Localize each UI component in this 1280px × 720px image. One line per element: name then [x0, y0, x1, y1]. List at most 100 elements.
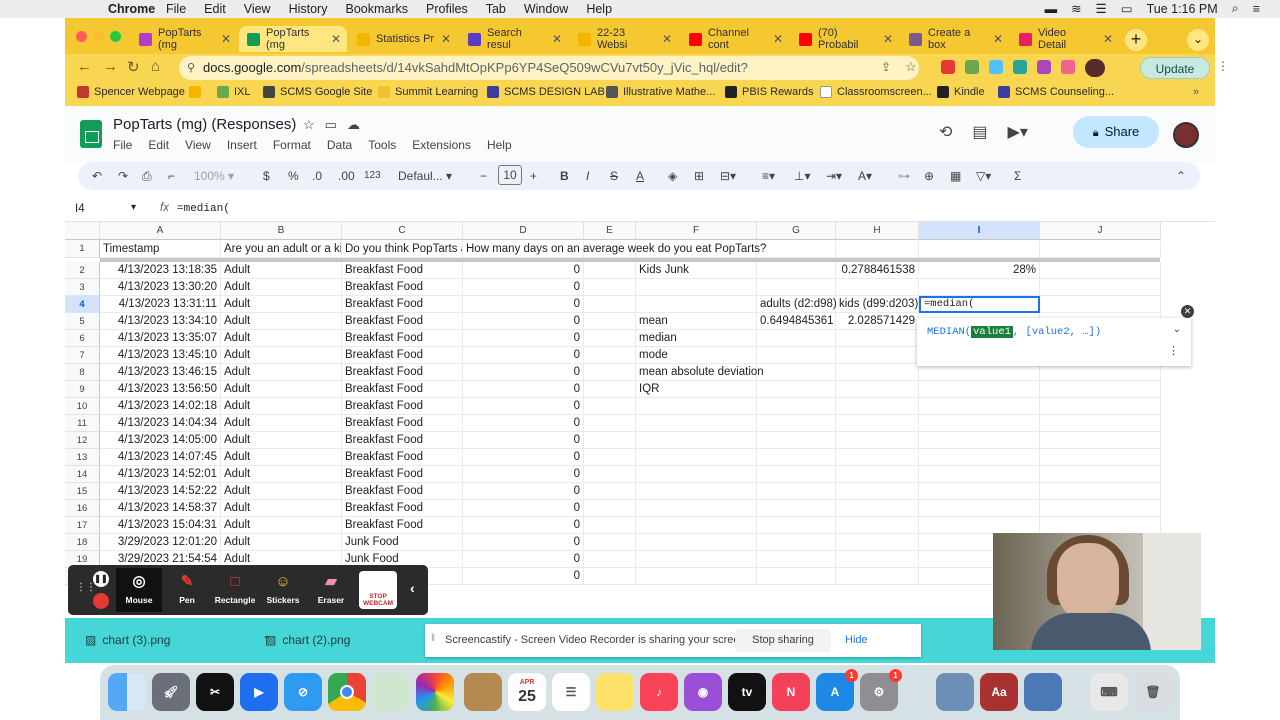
- home-icon[interactable]: ⌂: [151, 58, 160, 75]
- cell-j[interactable]: [1040, 296, 1161, 313]
- cell-e[interactable]: [584, 313, 636, 330]
- launchpad-icon[interactable]: 🚀︎: [152, 673, 190, 711]
- active-cell-editor[interactable]: =median(: [919, 296, 1040, 313]
- row-header[interactable]: 17: [65, 517, 100, 534]
- cell-i[interactable]: [919, 483, 1040, 500]
- puzzle-icon[interactable]: [1037, 60, 1051, 74]
- share-button[interactable]: 🔒︎ Share: [1073, 116, 1159, 148]
- bookmark-kindle[interactable]: Kindle: [937, 86, 985, 98]
- tool-pen[interactable]: ✎ Pen: [164, 571, 210, 605]
- decrease-decimal-button[interactable]: .0: [312, 169, 322, 183]
- cell-f[interactable]: Kids Junk: [636, 262, 757, 279]
- cell-g[interactable]: [757, 500, 836, 517]
- cell-adult-or-kid[interactable]: Adult: [221, 262, 342, 279]
- increase-decimal-button[interactable]: .00: [338, 169, 355, 183]
- image-capture-icon[interactable]: [1024, 673, 1062, 711]
- tool-eraser[interactable]: ▰ Eraser: [308, 571, 354, 605]
- row-header[interactable]: 16: [65, 500, 100, 517]
- borders-icon[interactable]: ⊞: [694, 169, 704, 183]
- cell-days-per-week[interactable]: 0: [463, 551, 584, 568]
- more-bookmarks-chevron-icon[interactable]: »: [1193, 86, 1199, 98]
- browser-tab[interactable]: (70) Probabil ✕: [791, 26, 899, 52]
- cell-g[interactable]: adults (d2:d98): [757, 296, 837, 313]
- cell-e[interactable]: [584, 381, 636, 398]
- vertical-align-icon[interactable]: ⊥▾: [794, 169, 810, 183]
- sheets-menu-insert[interactable]: Insert: [227, 138, 257, 152]
- screencast-app-icon[interactable]: ▶: [240, 673, 278, 711]
- cell-timestamp[interactable]: 4/13/2023 13:31:11: [100, 296, 221, 313]
- cell-food-type[interactable]: Breakfast Food: [342, 330, 463, 347]
- cell-adult-or-kid[interactable]: Adult: [221, 534, 342, 551]
- cell-e[interactable]: [584, 432, 636, 449]
- cell-f[interactable]: [636, 551, 757, 568]
- cell-i[interactable]: [919, 398, 1040, 415]
- sidebar-icon[interactable]: [1061, 60, 1075, 74]
- redo-icon[interactable]: ↷: [118, 169, 128, 183]
- cell-i[interactable]: [919, 500, 1040, 517]
- wifi-icon[interactable]: ≋: [1071, 1, 1081, 16]
- cell-timestamp[interactable]: 4/13/2023 15:04:31: [100, 517, 221, 534]
- cell-food-type[interactable]: Breakfast Food: [342, 313, 463, 330]
- menu-tab[interactable]: Tab: [486, 2, 506, 16]
- menu-help[interactable]: Help: [586, 2, 612, 16]
- cell-h[interactable]: [836, 483, 919, 500]
- merge-cells-icon[interactable]: ⊟▾: [720, 169, 736, 183]
- cell-g[interactable]: [757, 534, 836, 551]
- cell-food-type[interactable]: Breakfast Food: [342, 364, 463, 381]
- sheets-menu-view[interactable]: View: [185, 138, 211, 152]
- star-icon[interactable]: ☆: [303, 117, 315, 133]
- sheets-logo-icon[interactable]: [80, 120, 102, 148]
- music-icon[interactable]: ♪: [640, 673, 678, 711]
- cell-food-type[interactable]: Breakfast Food: [342, 279, 463, 296]
- podcasts-icon[interactable]: ◉: [684, 673, 722, 711]
- collapse-toolbar-chevron-icon[interactable]: ⌃: [1176, 169, 1186, 183]
- sheets-menu-help[interactable]: Help: [487, 138, 512, 152]
- tab-close-icon[interactable]: ✕: [1103, 32, 1113, 46]
- fill-color-icon[interactable]: ◈: [668, 169, 677, 183]
- cell-food-type[interactable]: Breakfast Food: [342, 466, 463, 483]
- font-size-input[interactable]: 10: [498, 165, 522, 185]
- undo-icon[interactable]: ↶: [92, 169, 102, 183]
- address-bar[interactable]: ⚲ docs.google.com/spreadsheets/d/14vkSah…: [179, 56, 919, 99]
- app-menu-name[interactable]: Chrome: [108, 2, 155, 16]
- cell-days-per-week[interactable]: 0: [463, 313, 584, 330]
- cell-f[interactable]: [636, 432, 757, 449]
- browser-tab[interactable]: Statistics Pr ✕: [349, 26, 457, 52]
- cell-g[interactable]: [757, 381, 836, 398]
- cell-h[interactable]: [836, 568, 919, 585]
- cell-days-per-week[interactable]: 0: [463, 330, 584, 347]
- header-cell-c[interactable]: Do you think PopTarts are: [342, 241, 463, 258]
- pause-icon[interactable]: ❚❚: [93, 571, 109, 587]
- cell-adult-or-kid[interactable]: Adult: [221, 381, 342, 398]
- cell-days-per-week[interactable]: 0: [463, 347, 584, 364]
- trash-icon[interactable]: 🗑︎: [1134, 673, 1172, 711]
- profile-avatar[interactable]: [1085, 59, 1105, 77]
- paint-format-icon[interactable]: ⌐: [168, 169, 175, 183]
- header-cell-j[interactable]: [1040, 241, 1161, 258]
- cell-timestamp[interactable]: 4/13/2023 13:45:10: [100, 347, 221, 364]
- cell-h[interactable]: kids (d99:d203): [836, 296, 919, 313]
- download-item[interactable]: ▨ chart (2).png: [265, 633, 350, 647]
- cell-g[interactable]: [757, 517, 836, 534]
- cell-e[interactable]: [584, 364, 636, 381]
- capcut-icon[interactable]: ✂: [196, 673, 234, 711]
- cell-timestamp[interactable]: 4/13/2023 14:07:45: [100, 449, 221, 466]
- cell-food-type[interactable]: Breakfast Food: [342, 500, 463, 517]
- row-header[interactable]: 18: [65, 534, 100, 551]
- row-header[interactable]: 12: [65, 432, 100, 449]
- move-folder-icon[interactable]: ▭: [325, 117, 337, 133]
- cell-h[interactable]: 2.028571429: [836, 313, 919, 330]
- text-rotation-icon[interactable]: A▾: [858, 169, 872, 183]
- tab-close-icon[interactable]: ✕: [552, 32, 562, 46]
- cell-j[interactable]: [1040, 398, 1161, 415]
- reload-icon[interactable]: ↻: [127, 58, 140, 76]
- extension-icon[interactable]: [965, 60, 979, 74]
- control-center-icon[interactable]: ☰: [1096, 1, 1107, 16]
- cell-food-type[interactable]: Breakfast Food: [342, 262, 463, 279]
- cell-food-type[interactable]: Breakfast Food: [342, 517, 463, 534]
- cell-f[interactable]: [636, 568, 757, 585]
- cell-f[interactable]: [636, 466, 757, 483]
- screen-record-icon[interactable]: ▬: [1045, 2, 1058, 16]
- italic-button[interactable]: I: [586, 169, 589, 183]
- column-header-i[interactable]: I: [919, 222, 1040, 240]
